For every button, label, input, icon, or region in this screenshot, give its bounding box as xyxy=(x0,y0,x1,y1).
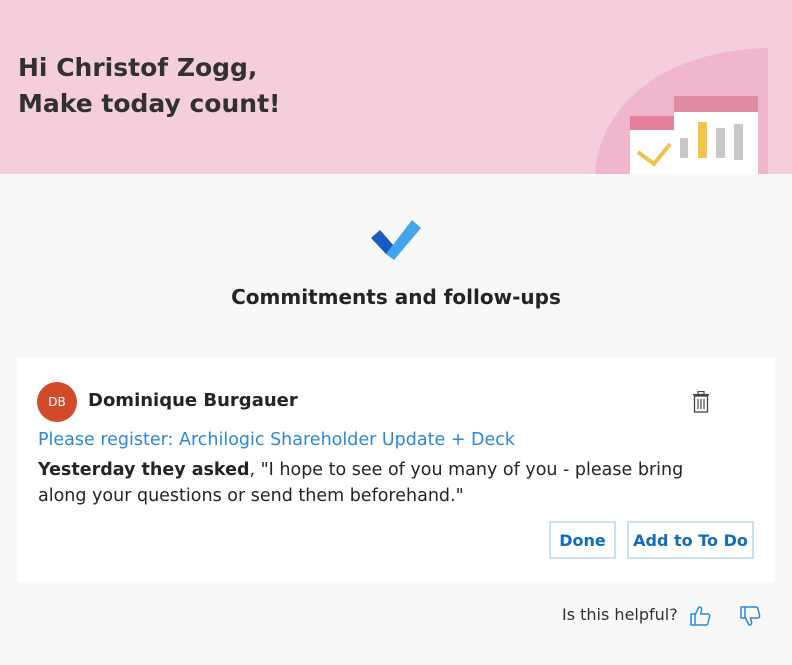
avatar[interactable]: DB xyxy=(37,382,77,422)
greeting-banner: Hi Christof Zogg, Make today count! xyxy=(0,0,792,174)
thumbs-up-icon xyxy=(690,606,711,626)
thumbs-down-button[interactable] xyxy=(738,604,762,628)
thumbs-up-button[interactable] xyxy=(688,604,712,628)
greeting-name: Hi Christof Zogg, xyxy=(18,53,258,82)
sender-name: Dominique Burgauer xyxy=(88,390,298,411)
section-title: Commitments and follow-ups xyxy=(231,285,561,309)
greeting-motto: Make today count! xyxy=(18,89,281,118)
subject-link[interactable]: Please register: Archilogic Shareholder … xyxy=(38,430,515,450)
add-to-todo-button[interactable]: Add to To Do xyxy=(627,521,754,559)
calendar-chart-illustration xyxy=(595,48,768,174)
feedback-question: Is this helpful? xyxy=(562,605,678,624)
trash-icon xyxy=(693,391,709,413)
commitment-lead: Yesterday they asked xyxy=(38,460,250,480)
delete-button[interactable] xyxy=(689,390,713,414)
done-button[interactable]: Done xyxy=(549,521,616,559)
greeting: Hi Christof Zogg, Make today count! xyxy=(18,50,280,122)
commitment-card: DB Dominique Burgauer Please register: A… xyxy=(17,357,775,582)
todo-checkmark-icon xyxy=(371,220,421,260)
thumbs-down-icon xyxy=(740,606,761,626)
commitment-text: Yesterday they asked, "I hope to see of … xyxy=(38,457,698,509)
